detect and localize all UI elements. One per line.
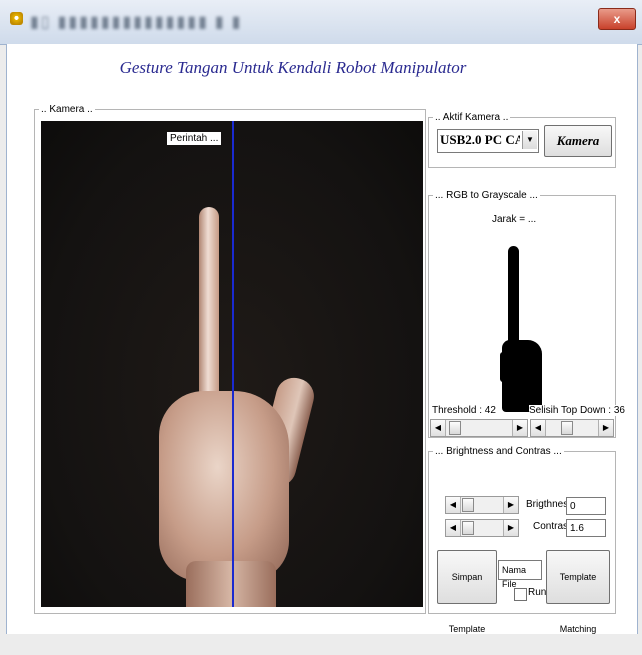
camera-panel-legend: .. Kamera .. — [41, 104, 93, 115]
distance-label: Jarak = ... — [492, 214, 537, 225]
gray-finger-shape — [508, 246, 519, 346]
scroll-right-icon[interactable]: ▶ — [503, 497, 518, 513]
file-name-field[interactable]: Nama File — [498, 560, 542, 589]
title-bar: ▮▯ ▮▮▮▮▮▮▮▮▮▮▮▮▮▮ ▮ ▮ x — [0, 0, 642, 45]
grayscale-preview — [430, 212, 612, 412]
template-matching-button[interactable]: Template Matching — [546, 550, 610, 634]
command-label: Perintah ... — [167, 132, 222, 145]
active-camera-legend: .. Aktif Kamera .. — [435, 112, 509, 123]
brightness-field[interactable]: 0 — [566, 497, 606, 515]
contras-field[interactable]: 1.6 — [566, 519, 606, 537]
brightness-legend: ... Brightness and Contras ... — [435, 446, 562, 457]
scroll-right-icon[interactable]: ▶ — [598, 420, 613, 436]
hand-fist — [159, 391, 289, 581]
scroll-left-icon[interactable]: ◀ — [446, 520, 461, 536]
threshold-slider[interactable]: ◀ ▶ — [430, 419, 528, 437]
run-checkbox[interactable] — [514, 588, 527, 601]
contras-slider[interactable]: ◀ ▶ — [445, 519, 519, 537]
brightness-slider[interactable]: ◀ ▶ — [445, 496, 519, 514]
close-button[interactable]: x — [598, 8, 636, 30]
camera-device-value: USB2.0 PC CAMERA — [440, 132, 520, 147]
save-template-button[interactable]: Simpan Template — [437, 550, 497, 634]
hand-wrist — [186, 561, 276, 607]
scroll-right-icon[interactable]: ▶ — [503, 520, 518, 536]
hand-finger — [199, 207, 219, 417]
scroll-left-icon[interactable]: ◀ — [446, 497, 461, 513]
gray-edge-shape — [500, 352, 508, 382]
gray-fist-shape — [502, 340, 542, 412]
selisih-label: Selisih Top Down : 36 — [529, 405, 625, 416]
app-icon — [10, 12, 23, 25]
scroll-left-icon[interactable]: ◀ — [431, 420, 446, 436]
threshold-label: Threshold : 42 — [432, 405, 496, 416]
window-title: ▮▯ ▮▮▮▮▮▮▮▮▮▮▮▮▮▮ ▮ ▮ — [30, 14, 243, 31]
scroll-right-icon[interactable]: ▶ — [512, 420, 527, 436]
threshold-slider-thumb[interactable] — [449, 421, 461, 435]
brightness-slider-thumb[interactable] — [462, 498, 474, 512]
selisih-slider-thumb[interactable] — [561, 421, 573, 435]
camera-button[interactable]: Kamera — [544, 125, 612, 157]
selisih-slider[interactable]: ◀ ▶ — [530, 419, 614, 437]
camera-device-select[interactable]: USB2.0 PC CAMERA ▼ — [437, 129, 539, 153]
run-label: Run — [528, 587, 547, 598]
scroll-left-icon[interactable]: ◀ — [531, 420, 546, 436]
app-title: Gesture Tangan Untuk Kendali Robot Manip… — [119, 58, 467, 77]
contras-slider-thumb[interactable] — [462, 521, 474, 535]
chevron-down-icon[interactable]: ▼ — [522, 131, 537, 149]
camera-feed: Perintah ... — [41, 121, 423, 607]
grayscale-legend: ... RGB to Grayscale ... — [435, 190, 538, 201]
center-line — [232, 121, 234, 607]
